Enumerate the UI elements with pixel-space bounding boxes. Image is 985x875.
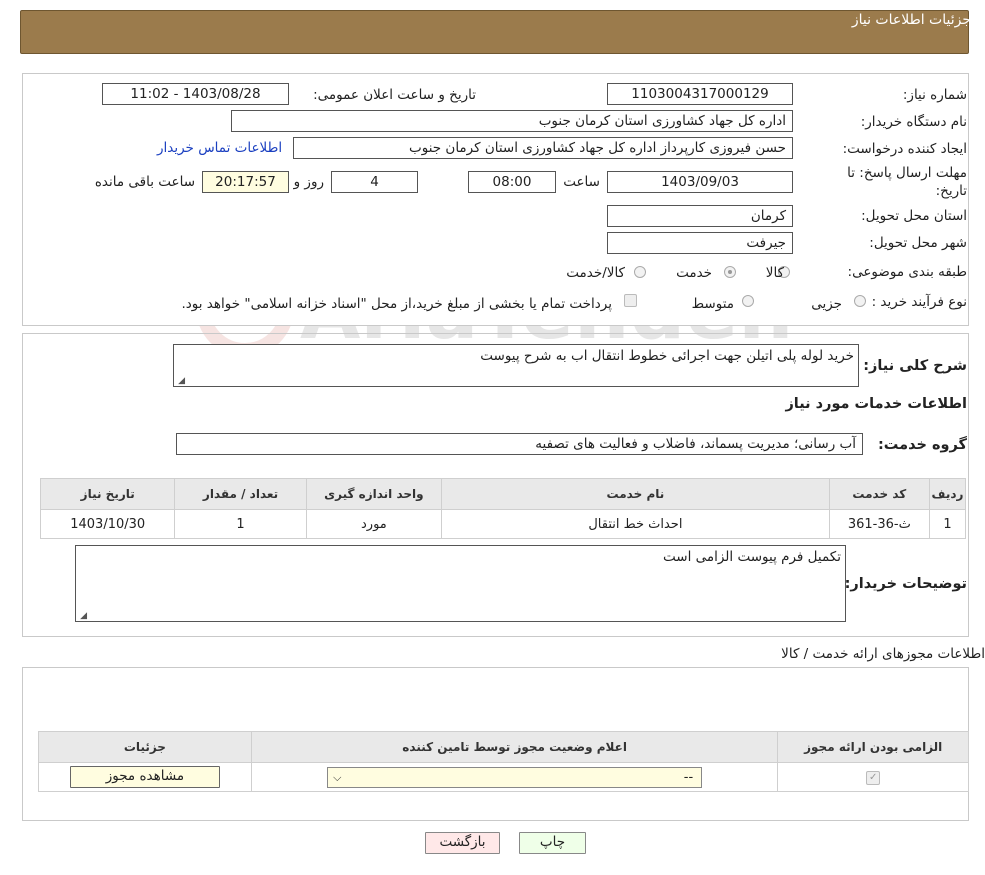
chevron-down-icon: ⌵	[333, 770, 342, 784]
treasury-note: پرداخت تمام یا بخشی از مبلغ خرید،از محل …	[181, 296, 612, 312]
deadline-label-line1: مهلت ارسال پاسخ: تا	[847, 165, 967, 181]
category-option-goods-service: کالا/خدمت	[566, 265, 625, 281]
deadline-date-field[interactable]: 1403/09/03	[607, 171, 793, 193]
category-option-service: خدمت	[676, 265, 712, 281]
cell-permit-details: مشاهده مجوز	[38, 762, 252, 792]
permit-status-value: --	[683, 769, 694, 785]
back-button[interactable]: بازگشت	[425, 832, 500, 854]
col-permit-details: جزئیات	[38, 731, 252, 763]
cell-permit-required: ✓	[777, 762, 969, 792]
permit-status-select[interactable]: -- ⌵	[327, 766, 703, 788]
buyer-notes-textarea[interactable]: تکمیل فرم پیوست الزامی است ◢	[75, 545, 846, 622]
buyer-contact-link[interactable]: اطلاعات تماس خریدار	[157, 140, 282, 156]
purchase-option-medium: متوسط	[691, 296, 734, 312]
permit-required-checkbox: ✓	[866, 771, 881, 785]
permits-title: اطلاعات مجوزهای ارائه خدمت / کالا	[781, 646, 985, 662]
buyer-org-field[interactable]: اداره کل جهاد کشاورزی استان کرمان جنوب	[231, 110, 793, 132]
purchase-option-minor: جزیی	[811, 296, 842, 312]
buyer-notes-label: توضیحات خریدار:	[844, 576, 967, 592]
category-radio-goods-service[interactable]	[634, 266, 646, 278]
purchase-type-label: نوع فرآیند خرید :	[871, 294, 967, 310]
announce-datetime-field[interactable]: 1403/08/28 - 11:02	[102, 83, 289, 105]
buyer-notes-text: تکمیل فرم پیوست الزامی است	[663, 549, 841, 565]
purchase-radio-medium[interactable]	[742, 295, 754, 307]
remaining-days-field[interactable]: 4	[331, 171, 418, 193]
page-title: جزئیات اطلاعات نیاز	[851, 12, 971, 28]
category-radio-service[interactable]	[724, 266, 736, 278]
deadline-time-field[interactable]: 08:00	[468, 171, 556, 193]
deadline-label-line2: تاریخ:	[935, 183, 967, 199]
days-label: روز و	[293, 174, 324, 190]
col-permit-required: الزامی بودن ارائه مجوز	[777, 731, 969, 763]
purchase-radio-minor[interactable]	[854, 295, 866, 307]
deadline-time-label: ساعت	[563, 174, 600, 190]
page-header	[20, 10, 969, 54]
treasury-checkbox[interactable]	[624, 294, 637, 307]
city-label: شهر محل تحویل:	[869, 235, 967, 251]
cell-permit-status: -- ⌵	[250, 762, 779, 792]
col-permit-status: اعلام وضعیت مجوز توسط تامین کننده	[250, 731, 779, 763]
province-field[interactable]: کرمان	[607, 205, 793, 227]
buyer-org-label: نام دستگاه خریدار:	[860, 114, 967, 130]
permits-table-header: الزامی بودن ارائه مجوز اعلام وضعیت مجوز …	[38, 731, 969, 763]
resize-handle-icon[interactable]: ◢	[78, 611, 87, 621]
category-option-goods: کالا	[765, 265, 784, 281]
need-number-field[interactable]: 1103004317000129	[607, 83, 793, 105]
need-number-label: شماره نیاز:	[902, 87, 967, 103]
view-permit-button[interactable]: مشاهده مجوز	[69, 766, 220, 788]
city-field[interactable]: جیرفت	[607, 232, 793, 254]
requester-label: ایجاد کننده درخواست:	[842, 141, 967, 157]
remaining-label: ساعت باقی مانده	[94, 174, 195, 190]
announce-datetime-label: تاریخ و ساعت اعلان عمومی:	[313, 87, 476, 103]
province-label: استان محل تحویل:	[861, 208, 967, 224]
requester-field[interactable]: حسن فیروزی کارپرداز اداره کل جهاد کشاورز…	[293, 137, 793, 159]
table-row: ✓ -- ⌵ مشاهده مجوز	[38, 762, 969, 792]
print-button[interactable]: چاپ	[519, 832, 586, 854]
permits-table: الزامی بودن ارائه مجوز اعلام وضعیت مجوز …	[38, 731, 969, 792]
remaining-time-field: 20:17:57	[202, 171, 289, 193]
category-label: طبقه بندی موضوعی:	[847, 264, 967, 280]
